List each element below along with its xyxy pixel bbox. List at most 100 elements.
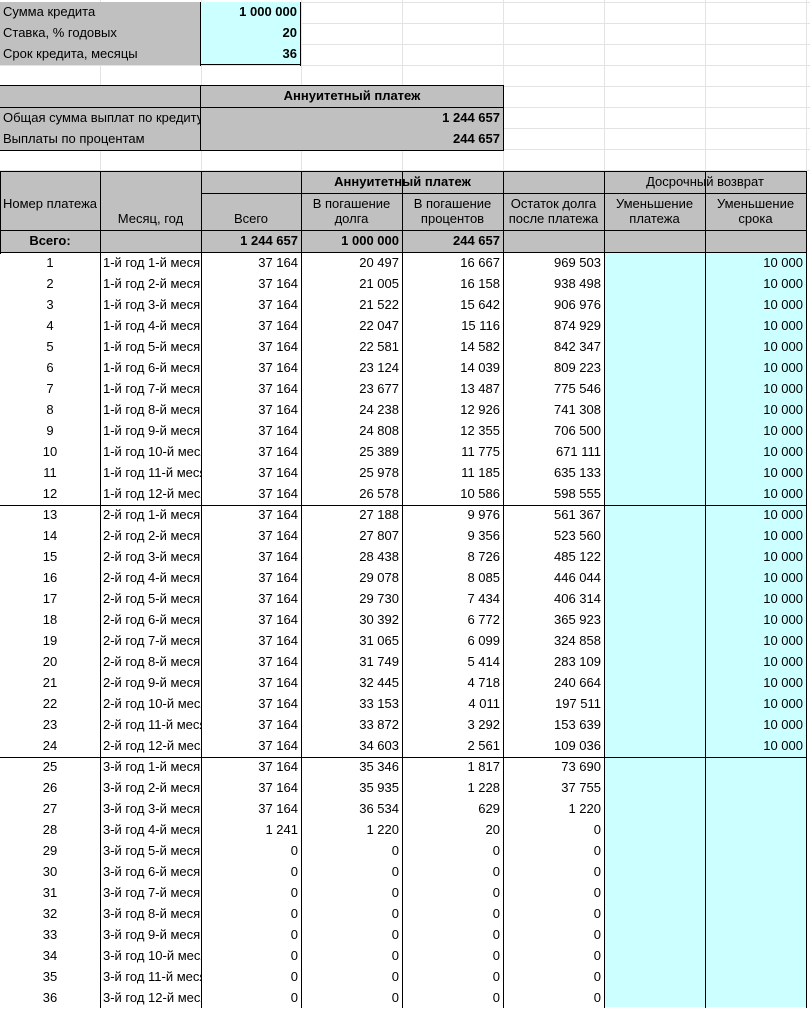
cell-reduce-payment[interactable] bbox=[604, 694, 705, 715]
cell-total[interactable]: 0 bbox=[201, 904, 301, 925]
cell-month[interactable]: 1-й год 6-й месяц bbox=[100, 358, 201, 379]
cell-month[interactable]: 1-й год 5-й месяц bbox=[100, 337, 201, 358]
param-input-amount[interactable]: 1 000 000 bbox=[201, 2, 300, 23]
cell-balance[interactable]: 969 503 bbox=[503, 253, 604, 274]
totals-total[interactable]: 1 244 657 bbox=[201, 231, 301, 252]
cell-total[interactable]: 37 164 bbox=[201, 337, 301, 358]
cell-balance[interactable]: 0 bbox=[503, 988, 604, 1009]
cell-reduce-term[interactable]: 10 000 bbox=[705, 694, 806, 715]
cell-reduce-term[interactable] bbox=[705, 778, 806, 799]
cell-reduce-term[interactable] bbox=[705, 946, 806, 967]
cell-balance[interactable]: 635 133 bbox=[503, 463, 604, 484]
cell-month[interactable]: 2-й год 10-й месяц bbox=[100, 694, 201, 715]
cell-interest[interactable]: 15 642 bbox=[402, 295, 503, 316]
cell-reduce-term[interactable]: 10 000 bbox=[705, 610, 806, 631]
cell-reduce-payment[interactable] bbox=[604, 841, 705, 862]
cell-interest[interactable]: 0 bbox=[402, 946, 503, 967]
cell-reduce-payment[interactable] bbox=[604, 757, 705, 778]
cell-balance[interactable]: 0 bbox=[503, 925, 604, 946]
header-interest[interactable]: В погашение процентов bbox=[402, 194, 503, 230]
cell-reduce-term[interactable] bbox=[705, 820, 806, 841]
cell-reduce-term[interactable] bbox=[705, 988, 806, 1009]
cell-total[interactable]: 0 bbox=[201, 967, 301, 988]
cell-interest[interactable]: 15 116 bbox=[402, 316, 503, 337]
cell-total[interactable]: 37 164 bbox=[201, 400, 301, 421]
cell-total[interactable]: 37 164 bbox=[201, 484, 301, 505]
cell-total[interactable]: 0 bbox=[201, 925, 301, 946]
cell-total[interactable]: 37 164 bbox=[201, 694, 301, 715]
cell-num[interactable]: 31 bbox=[0, 883, 100, 904]
cell-total[interactable]: 37 164 bbox=[201, 379, 301, 400]
cell-total[interactable]: 37 164 bbox=[201, 526, 301, 547]
cell-principal[interactable]: 34 603 bbox=[301, 736, 402, 757]
cell-balance[interactable]: 0 bbox=[503, 967, 604, 988]
cell-interest[interactable]: 12 355 bbox=[402, 421, 503, 442]
cell-reduce-payment[interactable] bbox=[604, 799, 705, 820]
cell-reduce-term[interactable]: 10 000 bbox=[705, 547, 806, 568]
cell-interest[interactable]: 0 bbox=[402, 904, 503, 925]
cell-reduce-payment[interactable] bbox=[604, 652, 705, 673]
cell-month[interactable]: 3-й год 2-й месяц bbox=[100, 778, 201, 799]
cell-reduce-term[interactable]: 10 000 bbox=[705, 568, 806, 589]
cell-interest[interactable]: 16 158 bbox=[402, 274, 503, 295]
cell-month[interactable]: 3-й год 9-й месяц bbox=[100, 925, 201, 946]
cell-month[interactable]: 2-й год 8-й месяц bbox=[100, 652, 201, 673]
cell-principal[interactable]: 22 047 bbox=[301, 316, 402, 337]
cell-reduce-term[interactable]: 10 000 bbox=[705, 589, 806, 610]
cell-total[interactable]: 0 bbox=[201, 883, 301, 904]
cell-principal[interactable]: 31 065 bbox=[301, 631, 402, 652]
cell-num[interactable]: 1 bbox=[0, 253, 100, 274]
cell-num[interactable]: 3 bbox=[0, 295, 100, 316]
cell-principal[interactable]: 29 730 bbox=[301, 589, 402, 610]
cell-balance[interactable]: 706 500 bbox=[503, 421, 604, 442]
cell-reduce-term[interactable]: 10 000 bbox=[705, 484, 806, 505]
cell-total[interactable]: 37 164 bbox=[201, 547, 301, 568]
summary-title[interactable]: Аннуитетный платеж bbox=[201, 86, 503, 107]
cell-total[interactable]: 37 164 bbox=[201, 568, 301, 589]
cell-balance[interactable]: 485 122 bbox=[503, 547, 604, 568]
cell-total[interactable]: 0 bbox=[201, 841, 301, 862]
cell-num[interactable]: 8 bbox=[0, 400, 100, 421]
cell-month[interactable]: 3-й год 1-й месяц bbox=[100, 757, 201, 778]
cell-balance[interactable]: 842 347 bbox=[503, 337, 604, 358]
cell-interest[interactable]: 5 414 bbox=[402, 652, 503, 673]
cell-reduce-term[interactable] bbox=[705, 862, 806, 883]
cell-num[interactable]: 13 bbox=[0, 505, 100, 526]
cell-reduce-payment[interactable] bbox=[604, 400, 705, 421]
cell-principal[interactable]: 36 534 bbox=[301, 799, 402, 820]
header-num[interactable]: Номер платежа bbox=[0, 194, 100, 230]
cell-balance[interactable]: 0 bbox=[503, 820, 604, 841]
totals-principal[interactable]: 1 000 000 bbox=[301, 231, 402, 252]
cell-num[interactable]: 10 bbox=[0, 442, 100, 463]
cell-principal[interactable]: 23 677 bbox=[301, 379, 402, 400]
cell-interest[interactable]: 6 772 bbox=[402, 610, 503, 631]
cell-balance[interactable]: 598 555 bbox=[503, 484, 604, 505]
cell-interest[interactable]: 0 bbox=[402, 967, 503, 988]
cell-total[interactable]: 37 164 bbox=[201, 442, 301, 463]
cell-reduce-payment[interactable] bbox=[604, 316, 705, 337]
cell-month[interactable]: 1-й год 8-й месяц bbox=[100, 400, 201, 421]
cell-balance[interactable]: 874 929 bbox=[503, 316, 604, 337]
cell-principal[interactable]: 24 238 bbox=[301, 400, 402, 421]
cell-principal[interactable]: 28 438 bbox=[301, 547, 402, 568]
cell-interest[interactable]: 7 434 bbox=[402, 589, 503, 610]
cell-balance[interactable]: 283 109 bbox=[503, 652, 604, 673]
cell-principal[interactable]: 0 bbox=[301, 862, 402, 883]
cell-balance[interactable]: 324 858 bbox=[503, 631, 604, 652]
totals-interest[interactable]: 244 657 bbox=[402, 231, 503, 252]
cell-interest[interactable]: 10 586 bbox=[402, 484, 503, 505]
cell-principal[interactable]: 25 978 bbox=[301, 463, 402, 484]
cell-principal[interactable]: 35 935 bbox=[301, 778, 402, 799]
cell-reduce-term[interactable] bbox=[705, 757, 806, 778]
cell-month[interactable]: 2-й год 3-й месяц bbox=[100, 547, 201, 568]
cell-month[interactable]: 3-й год 11-й месяц bbox=[100, 967, 201, 988]
cell-reduce-term[interactable]: 10 000 bbox=[705, 400, 806, 421]
cell-month[interactable]: 2-й год 7-й месяц bbox=[100, 631, 201, 652]
cell-month[interactable]: 3-й год 5-й месяц bbox=[100, 841, 201, 862]
cell-principal[interactable]: 20 497 bbox=[301, 253, 402, 274]
cell-num[interactable]: 34 bbox=[0, 946, 100, 967]
cell-num[interactable]: 11 bbox=[0, 463, 100, 484]
cell-interest[interactable]: 629 bbox=[402, 799, 503, 820]
cell-total[interactable]: 37 164 bbox=[201, 421, 301, 442]
cell-month[interactable]: 1-й год 11-й месяц bbox=[100, 463, 201, 484]
